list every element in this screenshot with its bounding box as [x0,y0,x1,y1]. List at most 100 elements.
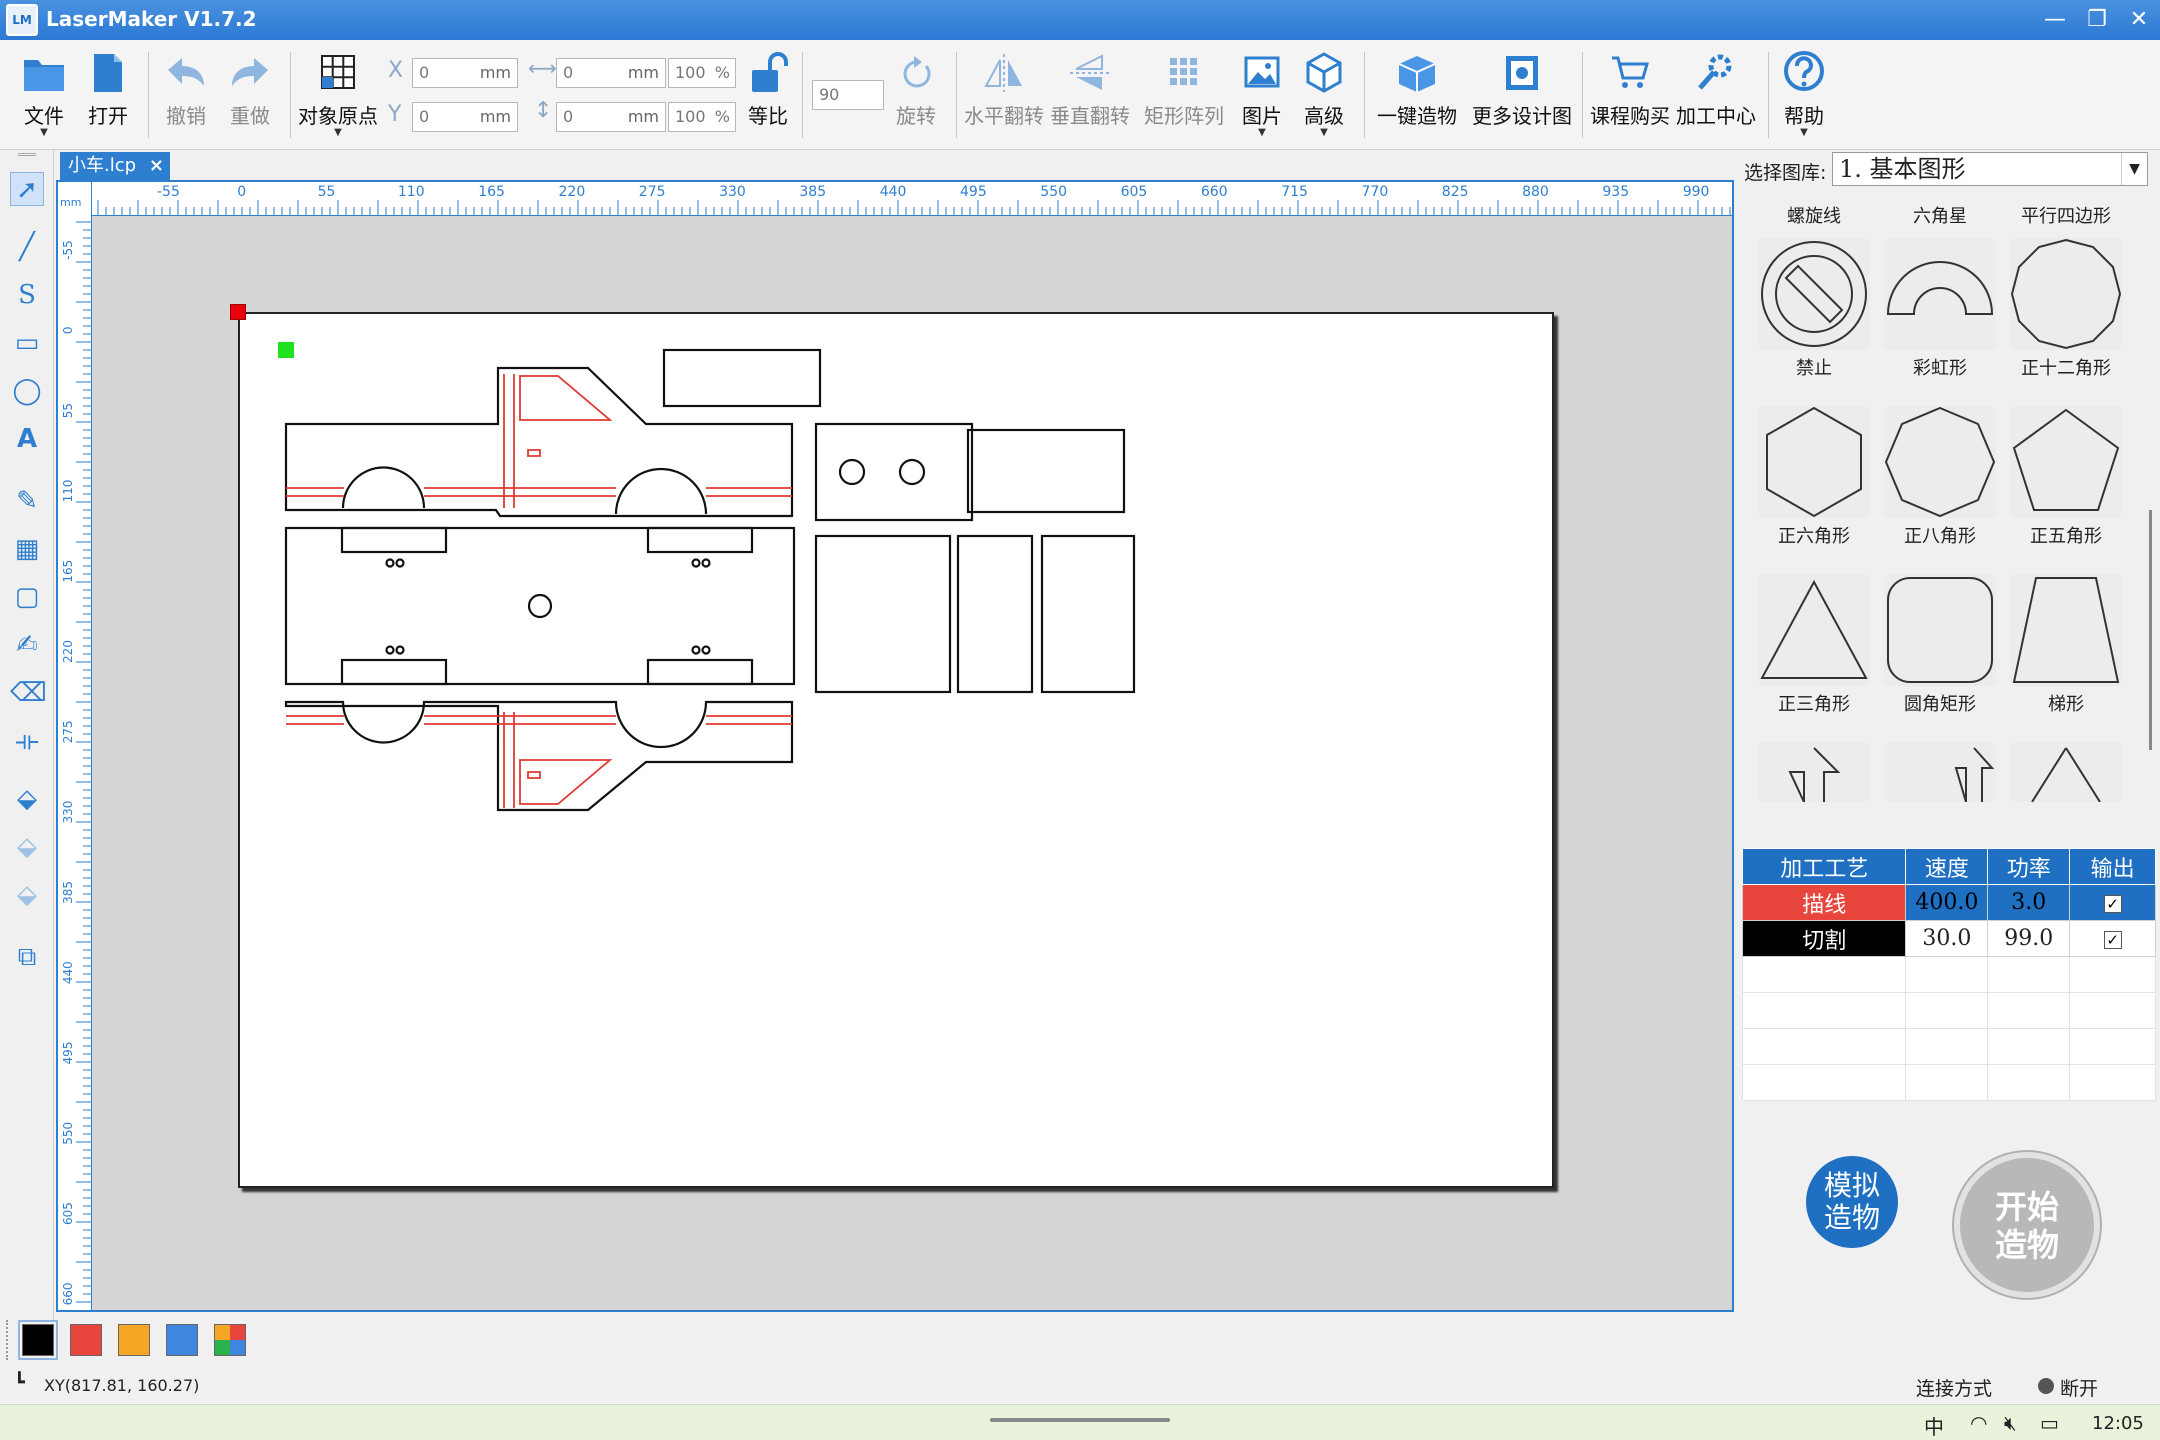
rotate-angle-input[interactable]: 90 [812,80,884,110]
processing-center-button[interactable]: 加工中心 [1674,50,1758,146]
tab-car-file[interactable]: 小车.lcp × [60,152,170,180]
volume-muted-icon[interactable]: 🔇︎ [2004,1411,2017,1435]
process-name[interactable]: 切割 [1741,920,1907,957]
height-scale-input[interactable]: 100% [668,102,736,132]
vertical-flip-button[interactable]: 垂直翻转 [1050,50,1130,146]
pen-tool-icon[interactable]: ✎ [10,484,44,518]
tab-close-icon[interactable]: × [149,152,164,180]
proportional-lock-button[interactable]: 等比 [742,50,794,146]
swatch-blue[interactable] [166,1324,198,1356]
drawing-tools-panel: ═══ ➚ ╱ S ▭ ◯ A ✎ ▦ ▢ ✍ ⌫ ⟛ ⬙ ⬙ ⬙ ⧉ [0,150,54,1320]
one-click-make-button[interactable]: 一键造物 [1374,50,1460,146]
simulate-button[interactable]: 模拟 造物 [1806,1156,1898,1248]
shape-octagon[interactable]: 正八角形 [1884,406,1996,548]
ellipse-tool-icon[interactable]: ◯ [10,374,44,408]
width-input[interactable]: 0 mm [556,58,666,88]
process-speed[interactable]: 30.0 [1905,920,1989,957]
y-input[interactable]: 0 mm [412,102,518,132]
battery-icon[interactable]: ▭ [2040,1411,2059,1435]
text-tool-icon[interactable]: A [10,422,44,456]
grid-array-icon [1170,58,1197,85]
ruler-tick-label: 275 [639,184,666,200]
width-scale-input[interactable]: 100% [668,58,736,88]
curve-tool-icon[interactable]: S [10,278,44,312]
table-row[interactable]: 切割 30.0 99.0 ✓ [1741,920,2156,957]
image-button[interactable]: 图片 ▼ [1236,50,1288,146]
shape-parallelogram[interactable]: 平行四边形 [2010,198,2122,228]
process-speed[interactable]: 400.0 [1905,884,1989,921]
ruler-tick-label: 385 [61,881,75,904]
weld-disabled-icon[interactable]: ⬙ [10,878,44,912]
connection-state: 断开 [2060,1378,2099,1400]
height-input[interactable]: 0 mm [556,102,666,132]
process-power[interactable]: 99.0 [1987,920,2071,957]
shape-pentagon[interactable]: 正五角形 [2010,406,2122,548]
help-button[interactable]: 帮助 ▼ [1778,50,1830,146]
undo-button[interactable]: 撤销 [160,50,212,146]
rectangle-tool-icon[interactable]: ▭ [10,326,44,360]
restore-button[interactable]: ❐ [2076,0,2118,40]
shape-arrow-up-2[interactable] [1884,742,1996,803]
shape-trapezoid[interactable]: 梯形 [2010,574,2122,716]
work-paper[interactable] [230,304,1554,1188]
close-button[interactable]: ✕ [2118,0,2160,40]
table-row[interactable]: 描线 400.0 3.0 ✓ [1741,884,2156,921]
library-select[interactable]: 1. 基本图形 ▼ [1832,152,2148,186]
edit-nodes-tool-icon[interactable]: ✍ [10,628,44,662]
fill-disabled-icon[interactable]: ⬙ [10,830,44,864]
ime-indicator[interactable]: 中 [1924,1411,1944,1440]
shape-six-star[interactable]: 六角星 [1884,198,1996,228]
swatch-red[interactable] [70,1324,102,1356]
redo-button[interactable]: 重做 [224,50,276,146]
folder-icon [24,60,64,91]
horizontal-flip-button[interactable]: 水平翻转 [964,50,1044,146]
shape-dodecagon[interactable]: 正十二角形 [2010,238,2122,380]
table-tool-icon[interactable]: ▦ [10,532,44,566]
line-tool-icon[interactable]: ╱ [10,230,44,264]
canvas-area[interactable]: -55 0 55 110 165 220 275 330 385 440 495 550 605 660 7… [56,180,1734,1312]
minimize-button[interactable]: — [2034,0,2076,40]
fill-tool-icon[interactable]: ⬙ [10,782,44,816]
shape-arrow-up-3[interactable] [2010,742,2122,803]
process-power[interactable]: 3.0 [1987,884,2071,921]
start-make-button[interactable]: 开始 造物 [1954,1152,2100,1298]
ruler-tick-label: 825 [1442,184,1469,200]
swatch-multicolor[interactable] [214,1324,246,1356]
output-checkbox[interactable]: ✓ [2069,920,2156,957]
ruler-tick-label: 770 [1362,184,1389,200]
shape-hexagon[interactable]: 正六角形 [1758,406,1870,548]
more-designs-button[interactable]: 更多设计图 [1472,50,1572,146]
ruler-tick-label: 0 [61,326,75,334]
open-button[interactable]: 打开 [82,50,134,146]
ruler-tick-label: 495 [960,184,987,200]
shape-arrow-up[interactable] [1758,742,1870,803]
shape-triangle[interactable]: 正三角形 [1758,574,1870,716]
output-checkbox[interactable]: ✓ [2069,884,2156,921]
rect-array-button[interactable]: 矩形阵列 [1144,50,1224,146]
eraser-tool-icon[interactable]: ⌫ [10,676,47,710]
car-design-drawing[interactable] [238,312,1554,1188]
rotate-button[interactable]: 旋转 [890,50,942,146]
course-purchase-button[interactable]: 课程购买 [1588,50,1672,146]
clock[interactable]: 12:05 [2092,1413,2144,1434]
wifi-icon[interactable]: ◠ [1970,1411,1987,1435]
shape-rainbow[interactable]: 彩虹形 [1884,238,1996,380]
shape-spiral[interactable]: 螺旋线 [1758,198,1870,228]
file-button[interactable]: 文件 ▼ [18,50,70,146]
window-title: LaserMaker V1.7.2 [46,7,257,31]
x-input[interactable]: 0 mm [412,58,518,88]
select-tool-icon[interactable]: ➚ [10,172,44,206]
shape-prohibited[interactable]: 禁止 [1758,238,1870,380]
measure-tool-icon[interactable]: ⟛ [10,724,44,758]
gesture-handle[interactable] [990,1418,1170,1422]
connection-mode-label[interactable]: 连接方式 [1916,1374,1992,1401]
swatch-orange[interactable] [118,1324,150,1356]
toolbox-icon[interactable]: ⧉ [10,940,44,974]
process-name[interactable]: 描线 [1741,884,1907,921]
shape-rounded-rect[interactable]: 圆角矩形 [1884,574,1996,716]
box-icon [1398,56,1436,92]
advanced-button[interactable]: 高级 ▼ [1298,50,1350,146]
swatch-black[interactable] [18,1320,58,1360]
frame-tool-icon[interactable]: ▢ [10,580,44,614]
object-origin-button[interactable]: 对象原点 ▼ [296,50,380,146]
